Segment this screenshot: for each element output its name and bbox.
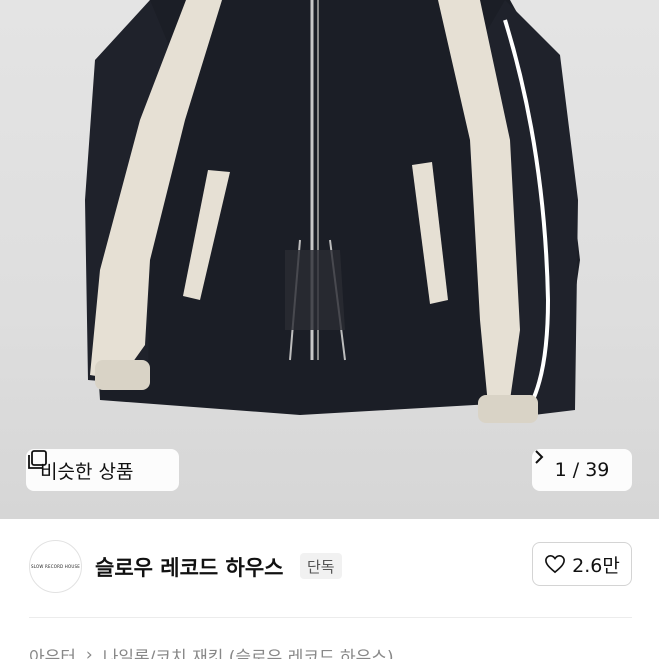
jacket-photo <box>85 0 580 423</box>
like-button[interactable]: 2.6만 <box>532 542 632 586</box>
image-counter-text: 1 / 39 <box>554 459 610 481</box>
breadcrumb-item-category[interactable]: 아우터 <box>29 643 76 659</box>
product-image[interactable]: 비슷한 상품 1 / 39 <box>0 0 659 519</box>
breadcrumb: 아우터 › 나일론/코치 재킷 (슬로우 레코드 하우스) <box>29 640 394 659</box>
chevron-right-icon <box>535 450 544 464</box>
divider <box>29 617 632 618</box>
like-count: 2.6만 <box>572 554 620 577</box>
similar-items-button[interactable]: 비슷한 상품 <box>26 449 179 491</box>
image-counter-button[interactable]: 1 / 39 <box>532 449 632 491</box>
breadcrumb-item-subcategory[interactable]: 나일론/코치 재킷 (슬로우 레코드 하우스) <box>103 643 394 659</box>
store-row[interactable]: SLOW RECORD HOUSE 슬로우 레코드 하우스 단독 2.6만 <box>0 519 659 617</box>
store-logo-text: SLOW RECORD HOUSE <box>31 564 80 569</box>
store-name[interactable]: 슬로우 레코드 하우스 <box>95 552 284 582</box>
similar-items-icon <box>28 450 47 469</box>
store-logo[interactable]: SLOW RECORD HOUSE <box>29 540 82 593</box>
exclusive-badge: 단독 <box>300 553 342 579</box>
heart-icon <box>545 554 566 574</box>
breadcrumb-separator-icon: › <box>85 645 93 659</box>
similar-items-label: 비슷한 상품 <box>40 460 134 483</box>
